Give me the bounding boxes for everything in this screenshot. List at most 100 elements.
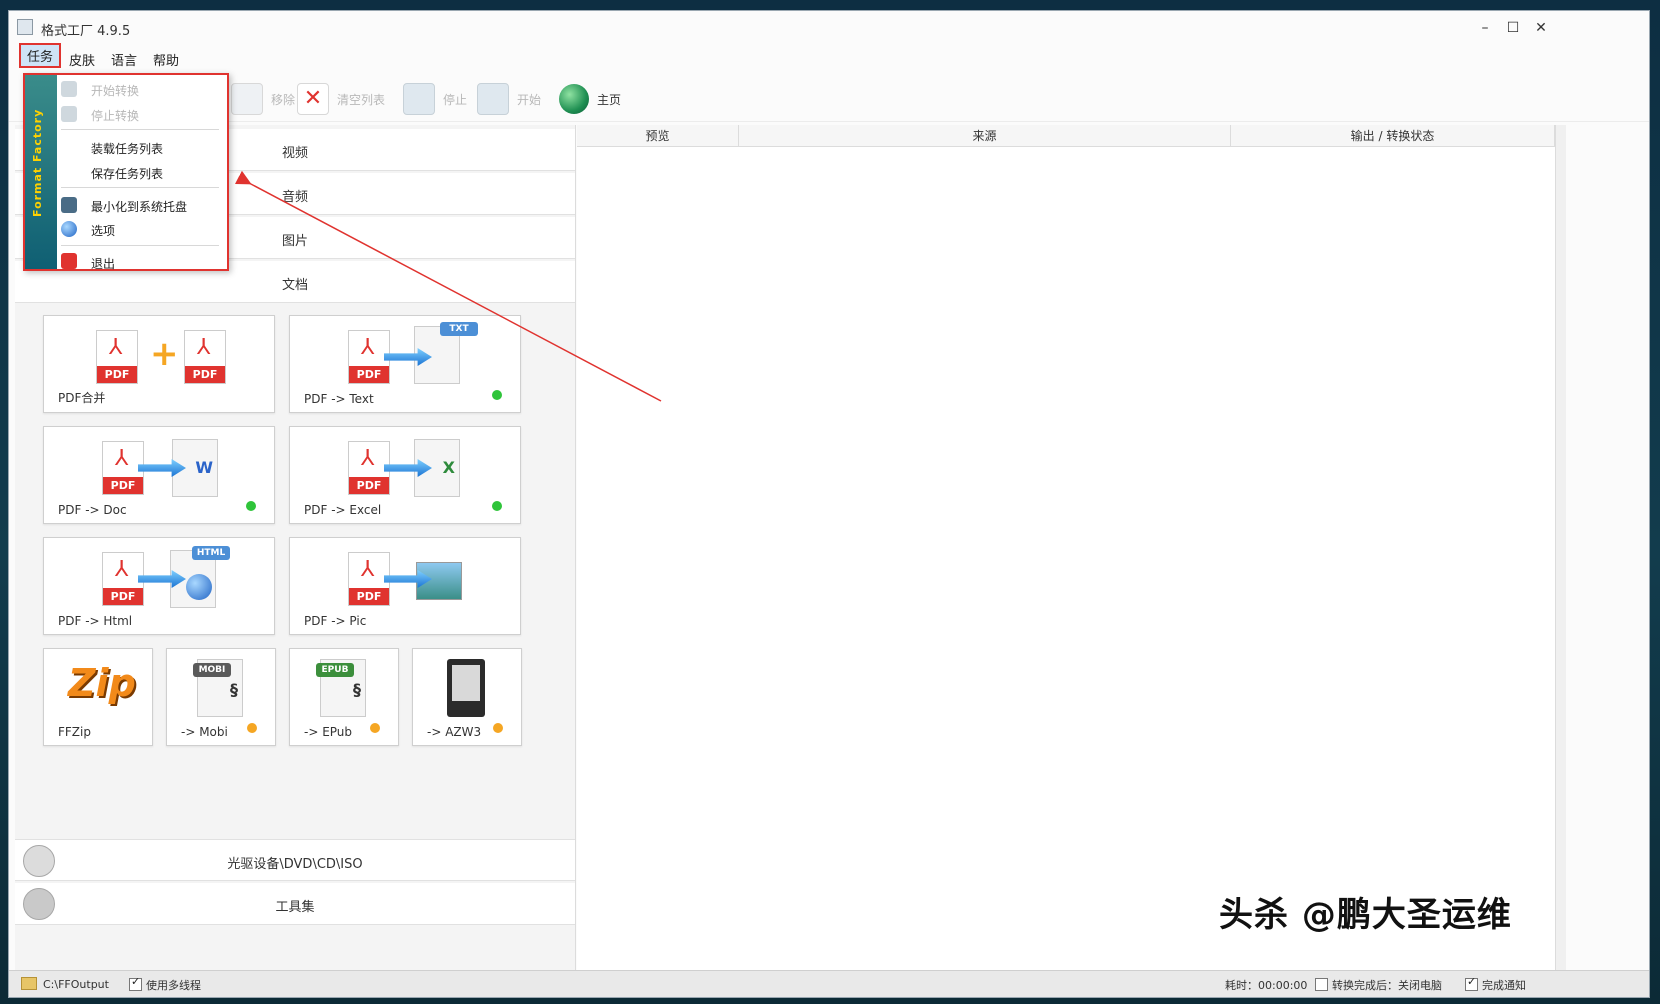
start-convert-icon xyxy=(61,81,77,97)
tile-to-azw3[interactable]: -> AZW3 xyxy=(412,648,522,746)
notify-checkbox[interactable]: 完成通知 xyxy=(1465,975,1526,993)
tile-label: PDF -> Html xyxy=(58,614,133,628)
menu-bar: 任务 皮肤 语言 帮助 xyxy=(9,43,1649,71)
pdf-file-icon: ⅄ PDF xyxy=(102,552,144,606)
menu-load-task-list[interactable]: 装载任务列表 xyxy=(91,140,163,157)
multithread-label: 使用多线程 xyxy=(146,979,201,992)
menu-task[interactable]: 任务 xyxy=(19,43,62,68)
pdf-file-icon: ⅄ PDF xyxy=(102,441,144,495)
window-title: 格式工厂 4.9.5 xyxy=(41,24,131,39)
task-list-panel: 预览 来源 输出 / 转换状态 xyxy=(577,125,1555,977)
watermark: 头杀 @鹏大圣运维 xyxy=(1219,895,1512,935)
menu-separator xyxy=(61,245,219,246)
tile-to-epub[interactable]: § EPUB -> EPub xyxy=(289,648,399,746)
epub-badge: EPUB xyxy=(316,663,354,677)
column-preview[interactable]: 预览 xyxy=(577,125,739,147)
stop-button[interactable]: 停止 xyxy=(403,81,467,117)
menu-stop-convert[interactable]: 停止转换 xyxy=(91,107,139,124)
task-dropdown-menu: Format Factory 开始转换 停止转换 装载任务列表 保存任务列表 最… xyxy=(23,73,229,271)
app-window: 格式工厂 4.9.5 – ☐ ✕ 任务 皮肤 语言 帮助 移除 ✕ 清空列表 停… xyxy=(8,10,1650,998)
home-button[interactable]: 主页 xyxy=(559,81,621,117)
menu-separator xyxy=(61,187,219,188)
checkbox-checked-icon xyxy=(1465,975,1478,991)
output-path-label: C:\FFOutput xyxy=(43,978,109,991)
exit-icon xyxy=(61,253,77,269)
menu-language[interactable]: 语言 xyxy=(111,50,137,69)
after-done-label: 转换完成后：关闭电脑 xyxy=(1332,979,1442,992)
tile-label: -> Mobi xyxy=(181,725,228,739)
folder-icon xyxy=(21,977,37,990)
tile-pdf-to-html[interactable]: ⅄ PDF HTML PDF -> Html xyxy=(43,537,275,635)
task-list-scrollbar[interactable] xyxy=(1555,125,1566,977)
menu-exit[interactable]: 退出 xyxy=(91,255,115,272)
plus-icon: + xyxy=(150,334,179,374)
title-bar: 格式工厂 4.9.5 – ☐ ✕ xyxy=(9,11,1649,43)
category-document-label: 文档 xyxy=(281,278,308,293)
pdf-file-icon: ⅄ PDF xyxy=(348,330,390,384)
pdf-file-icon: ⅄ PDF xyxy=(348,441,390,495)
start-icon xyxy=(477,83,509,115)
tile-pdf-to-doc[interactable]: ⅄ PDF W PDF -> Doc xyxy=(43,426,275,524)
status-bar: C:\FFOutput 使用多线程 耗时：00:00:00 转换完成后：关闭电脑… xyxy=(9,970,1649,997)
stop-convert-icon xyxy=(61,106,77,122)
tile-label: PDF -> Excel xyxy=(304,503,382,517)
clear-list-label: 清空列表 xyxy=(337,92,386,107)
after-done-checkbox[interactable]: 转换完成后：关闭电脑 xyxy=(1315,977,1442,993)
category-rom-device[interactable]: 光驱设备\DVD\CD\ISO xyxy=(15,839,575,881)
minimize-icon[interactable]: – xyxy=(1471,17,1499,39)
mobi-badge: MOBI xyxy=(193,663,231,677)
start-button[interactable]: 开始 xyxy=(477,81,541,117)
globe-icon xyxy=(559,84,589,114)
tile-pdf-merge[interactable]: ⅄ PDF + ⅄ PDF PDF合并 xyxy=(43,315,275,413)
tile-label: PDF -> Pic xyxy=(304,614,367,628)
tile-pdf-to-pic[interactable]: ⅄ PDF PDF -> Pic xyxy=(289,537,521,635)
pdf-file-icon: ⅄ PDF xyxy=(348,552,390,606)
pdf-file-icon: ⅄ PDF xyxy=(184,330,226,384)
remove-button[interactable]: 移除 xyxy=(231,81,295,117)
ebook-reader-icon xyxy=(447,659,485,717)
menu-options[interactable]: 选项 xyxy=(91,222,115,239)
status-dot-orange xyxy=(370,723,380,733)
status-dot-green xyxy=(492,390,502,400)
brand-text: Format Factory xyxy=(31,108,44,217)
menu-skin[interactable]: 皮肤 xyxy=(69,50,95,69)
zip-icon: Zip xyxy=(68,661,136,705)
checkbox-unchecked-icon xyxy=(1315,978,1328,991)
brand-strip: Format Factory xyxy=(25,75,57,269)
toolbar: 移除 ✕ 清空列表 停止 开始 主页 xyxy=(9,77,1649,122)
tile-to-mobi[interactable]: § MOBI -> Mobi xyxy=(166,648,276,746)
remove-label: 移除 xyxy=(271,92,296,107)
tile-pdf-to-text[interactable]: ⅄ PDF TXT PDF -> Text xyxy=(289,315,521,413)
output-folder[interactable]: C:\FFOutput xyxy=(21,977,109,991)
status-dot-orange xyxy=(493,723,503,733)
tile-label: -> AZW3 xyxy=(427,725,482,739)
remove-icon xyxy=(231,83,263,115)
start-label: 开始 xyxy=(517,92,542,107)
menu-help[interactable]: 帮助 xyxy=(153,50,179,69)
menu-save-task-list[interactable]: 保存任务列表 xyxy=(91,165,163,182)
app-icon xyxy=(17,19,33,35)
tile-ffzip[interactable]: Zip FFZip xyxy=(43,648,153,746)
clear-list-button[interactable]: ✕ 清空列表 xyxy=(297,81,385,117)
tile-label: -> EPub xyxy=(304,725,353,739)
category-tools[interactable]: 工具集 xyxy=(15,883,575,925)
tile-label: FFZip xyxy=(58,725,91,739)
checkbox-checked-icon xyxy=(129,975,142,991)
elapsed-time: 耗时：00:00:00 xyxy=(1225,979,1308,992)
status-dot-green xyxy=(246,501,256,511)
notify-label: 完成通知 xyxy=(1482,979,1526,992)
tile-pdf-to-excel[interactable]: ⅄ PDF X PDF -> Excel xyxy=(289,426,521,524)
status-dot-orange xyxy=(247,723,257,733)
tile-label: PDF -> Doc xyxy=(58,503,127,517)
status-dot-green xyxy=(492,501,502,511)
column-output-status[interactable]: 输出 / 转换状态 xyxy=(1231,125,1555,147)
tile-label: PDF合并 xyxy=(58,391,106,405)
column-source[interactable]: 来源 xyxy=(739,125,1231,147)
close-icon[interactable]: ✕ xyxy=(1527,17,1555,39)
menu-start-convert[interactable]: 开始转换 xyxy=(91,82,139,99)
multithread-checkbox[interactable]: 使用多线程 xyxy=(129,975,201,993)
menu-minimize-to-tray[interactable]: 最小化到系统托盘 xyxy=(91,198,187,215)
tray-icon xyxy=(61,197,77,213)
stop-label: 停止 xyxy=(443,92,468,107)
maximize-icon[interactable]: ☐ xyxy=(1499,17,1527,39)
